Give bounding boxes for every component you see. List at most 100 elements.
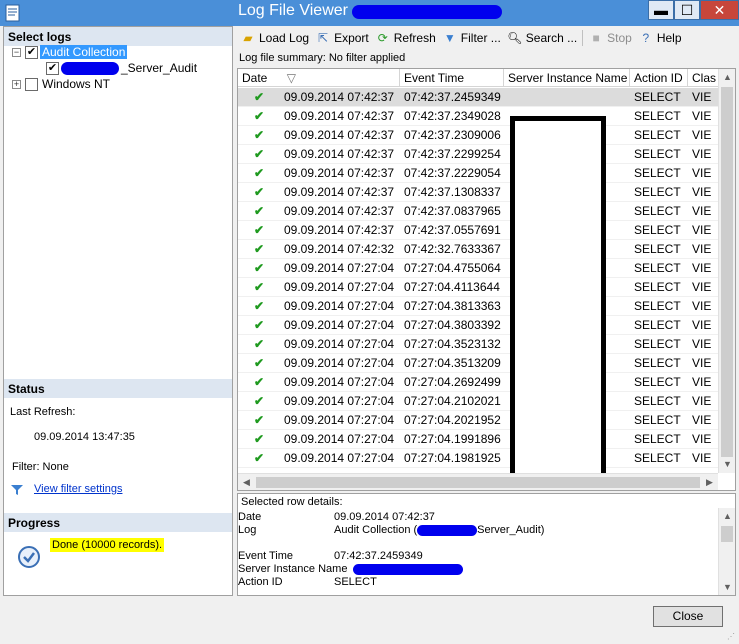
scroll-left-arrow-icon[interactable]: ◀ [238,474,255,490]
details-scroll-thumb[interactable] [721,526,733,542]
toolbar-separator [582,30,584,46]
table-row[interactable]: ✔ 09.09.2014 07:42:37 07:42:37.2309006 SELE… [238,126,718,145]
column-header-date[interactable]: Date ▽ [238,69,400,87]
redacted-title-mark [352,5,502,19]
checkbox-checked-icon[interactable]: ✔ [25,45,38,59]
selected-row-details: Selected row details: Date 09.09.2014 07… [237,493,736,596]
resize-grip-icon[interactable]: ⋰ [727,632,737,642]
table-row[interactable]: ✔ 09.09.2014 07:27:04 07:27:04.3523132 SELE… [238,335,718,354]
cell-event-time: 07:27:04.3523132 [404,337,501,351]
stop-button[interactable]: ■ Stop [585,27,635,49]
collapse-icon[interactable]: − [12,47,21,57]
table-row[interactable]: ✔ 09.09.2014 07:27:04 07:27:04.2102021 SELE… [238,392,718,411]
table-row[interactable]: ✔ 09.09.2014 07:27:04 07:27:04.2692499 SELE… [238,373,718,392]
scroll-right-arrow-icon[interactable]: ▶ [701,474,718,490]
table-row[interactable]: ✔ 09.09.2014 07:27:04 07:27:04.1981925 SELE… [238,449,718,468]
maximize-button[interactable]: ☐ [674,0,700,20]
load-log-button[interactable]: ▰ Load Log [237,27,312,49]
table-row[interactable]: ✔ 09.09.2014 07:42:37 07:42:37.2349028 SELE… [238,107,718,126]
folder-open-icon: ▰ [243,31,253,45]
close-button[interactable]: Close [653,606,723,627]
cell-date: 09.09.2014 07:27:04 [284,318,395,332]
cell-event-time: 07:42:37.1308337 [404,185,501,199]
details-scroll-up-icon[interactable]: ▲ [719,508,735,525]
export-button[interactable]: ⇱ Export [312,27,372,49]
expand-icon[interactable]: + [12,79,21,89]
table-row[interactable]: ✔ 09.09.2014 07:27:04 07:27:04.3513209 SELE… [238,354,718,373]
cell-class: VIE [692,109,712,123]
cell-action-id: SELECT [634,204,681,218]
cell-class: VIE [692,337,712,351]
column-header-class[interactable]: Clas [688,69,718,87]
vertical-scroll-thumb[interactable] [721,87,733,457]
scroll-down-arrow-icon[interactable]: ▼ [719,456,735,473]
table-row[interactable]: ✔ 09.09.2014 07:27:04 07:27:04.1991896 SELE… [238,430,718,449]
table-row[interactable]: ✔ 09.09.2014 07:42:37 07:42:37.2229054 SELE… [238,164,718,183]
cell-class: VIE [692,356,712,370]
cell-class: VIE [692,223,712,237]
cell-class: VIE [692,90,712,104]
refresh-button[interactable]: ⟳ Refresh [372,27,439,49]
cell-date: 09.09.2014 07:27:04 [284,280,395,294]
cell-date: 09.09.2014 07:27:04 [284,432,395,446]
last-refresh-label: Last Refresh: [10,406,76,418]
scroll-up-arrow-icon[interactable]: ▲ [719,69,735,86]
table-row[interactable]: ✔ 09.09.2014 07:42:37 07:42:37.1308337 SELE… [238,183,718,202]
table-row[interactable]: ✔ 09.09.2014 07:27:04 07:27:04.2021952 SELE… [238,411,718,430]
search-label: Search ... [525,31,578,45]
column-header-action-id[interactable]: Action ID [630,69,688,87]
table-row[interactable]: ✔ 09.09.2014 07:42:37 07:42:37.2459349 SELE… [238,88,718,107]
row-success-check-icon: ✔ [253,394,265,408]
close-window-button[interactable]: ✕ [700,0,739,20]
minimize-button[interactable]: ▬ [648,0,674,20]
cell-action-id: SELECT [634,375,681,389]
table-row[interactable]: ✔ 09.09.2014 07:42:32 07:42:32.7633367 SELE… [238,240,718,259]
detail-date-label: Date [238,511,262,523]
grid-vertical-scrollbar[interactable]: ▲ ▼ [718,69,735,473]
cell-event-time: 07:27:04.4113644 [404,280,500,294]
filter-button[interactable]: ▼ Filter ... [439,27,504,49]
cell-date: 09.09.2014 07:42:37 [284,128,395,142]
checkbox-checked-icon[interactable]: ✔ [46,61,59,75]
window-title: Log File Viewer - [238,2,358,19]
column-header-event-time[interactable]: Event Time [400,69,504,87]
table-row[interactable]: ✔ 09.09.2014 07:27:04 07:27:04.3813363 SELE… [238,297,718,316]
cell-date: 09.09.2014 07:42:37 [284,147,395,161]
windows-nt-label[interactable]: Windows NT [40,77,112,91]
cell-class: VIE [692,166,712,180]
table-row[interactable]: ✔ 09.09.2014 07:27:04 07:27:04.4755064 SELE… [238,259,718,278]
checkbox-unchecked-icon[interactable] [25,77,38,91]
table-row[interactable]: ✔ 09.09.2014 07:27:04 07:27:04.4113644 SELE… [238,278,718,297]
cell-date: 09.09.2014 07:42:37 [284,166,395,180]
column-header-server-instance[interactable]: Server Instance Name [504,69,630,87]
grid-horizontal-scrollbar[interactable]: ◀ ▶ [238,473,718,490]
details-title: Selected row details: [241,496,343,508]
row-success-check-icon: ✔ [253,185,265,199]
log-entries-grid[interactable]: Date ▽ Event Time Server Instance Name A… [237,68,736,491]
right-pane: ▰ Load Log ⇱ Export ⟳ Refresh ▼ Filter .… [237,26,736,596]
view-filter-settings-link[interactable]: View filter settings [34,483,122,495]
help-button[interactable]: ? Help [635,27,685,49]
horizontal-scroll-thumb[interactable] [256,477,700,488]
table-row[interactable]: ✔ 09.09.2014 07:27:04 07:27:04.3803392 SELE… [238,316,718,335]
table-row[interactable]: ✔ 09.09.2014 07:42:37 07:42:37.0837965 SELE… [238,202,718,221]
table-row[interactable]: ✔ 09.09.2014 07:42:37 07:42:37.2299254 SELE… [238,145,718,164]
table-row[interactable]: ✔ 09.09.2014 07:42:37 07:42:37.0557691 SELE… [238,221,718,240]
cell-event-time: 07:27:04.3803392 [404,318,501,332]
filter-funnel-icon: ▼ [443,31,456,45]
tree-item-audit-collection[interactable]: − ✔ Audit Collection [12,44,128,60]
cell-class: VIE [692,242,712,256]
cell-event-time: 07:42:32.7633367 [404,242,501,256]
server-audit-label[interactable]: _Server_Audit [119,61,199,75]
details-scroll-down-icon[interactable]: ▼ [719,579,735,595]
tree-item-windows-nt[interactable]: + Windows NT [12,76,112,92]
tree-item-server-audit[interactable]: ✔ _Server_Audit [46,60,199,76]
help-label: Help [656,31,682,45]
status-header: Status [4,379,232,398]
audit-collection-label[interactable]: Audit Collection [40,45,128,59]
details-vertical-scrollbar[interactable]: ▲ ▼ [718,508,735,595]
title-bar: Log File Viewer - ▬ ☐ ✕ [0,0,739,26]
search-button[interactable]: 🔍︎ Search ... [504,27,580,49]
cell-class: VIE [692,128,712,142]
detail-action-id-label: Action ID [238,576,283,588]
